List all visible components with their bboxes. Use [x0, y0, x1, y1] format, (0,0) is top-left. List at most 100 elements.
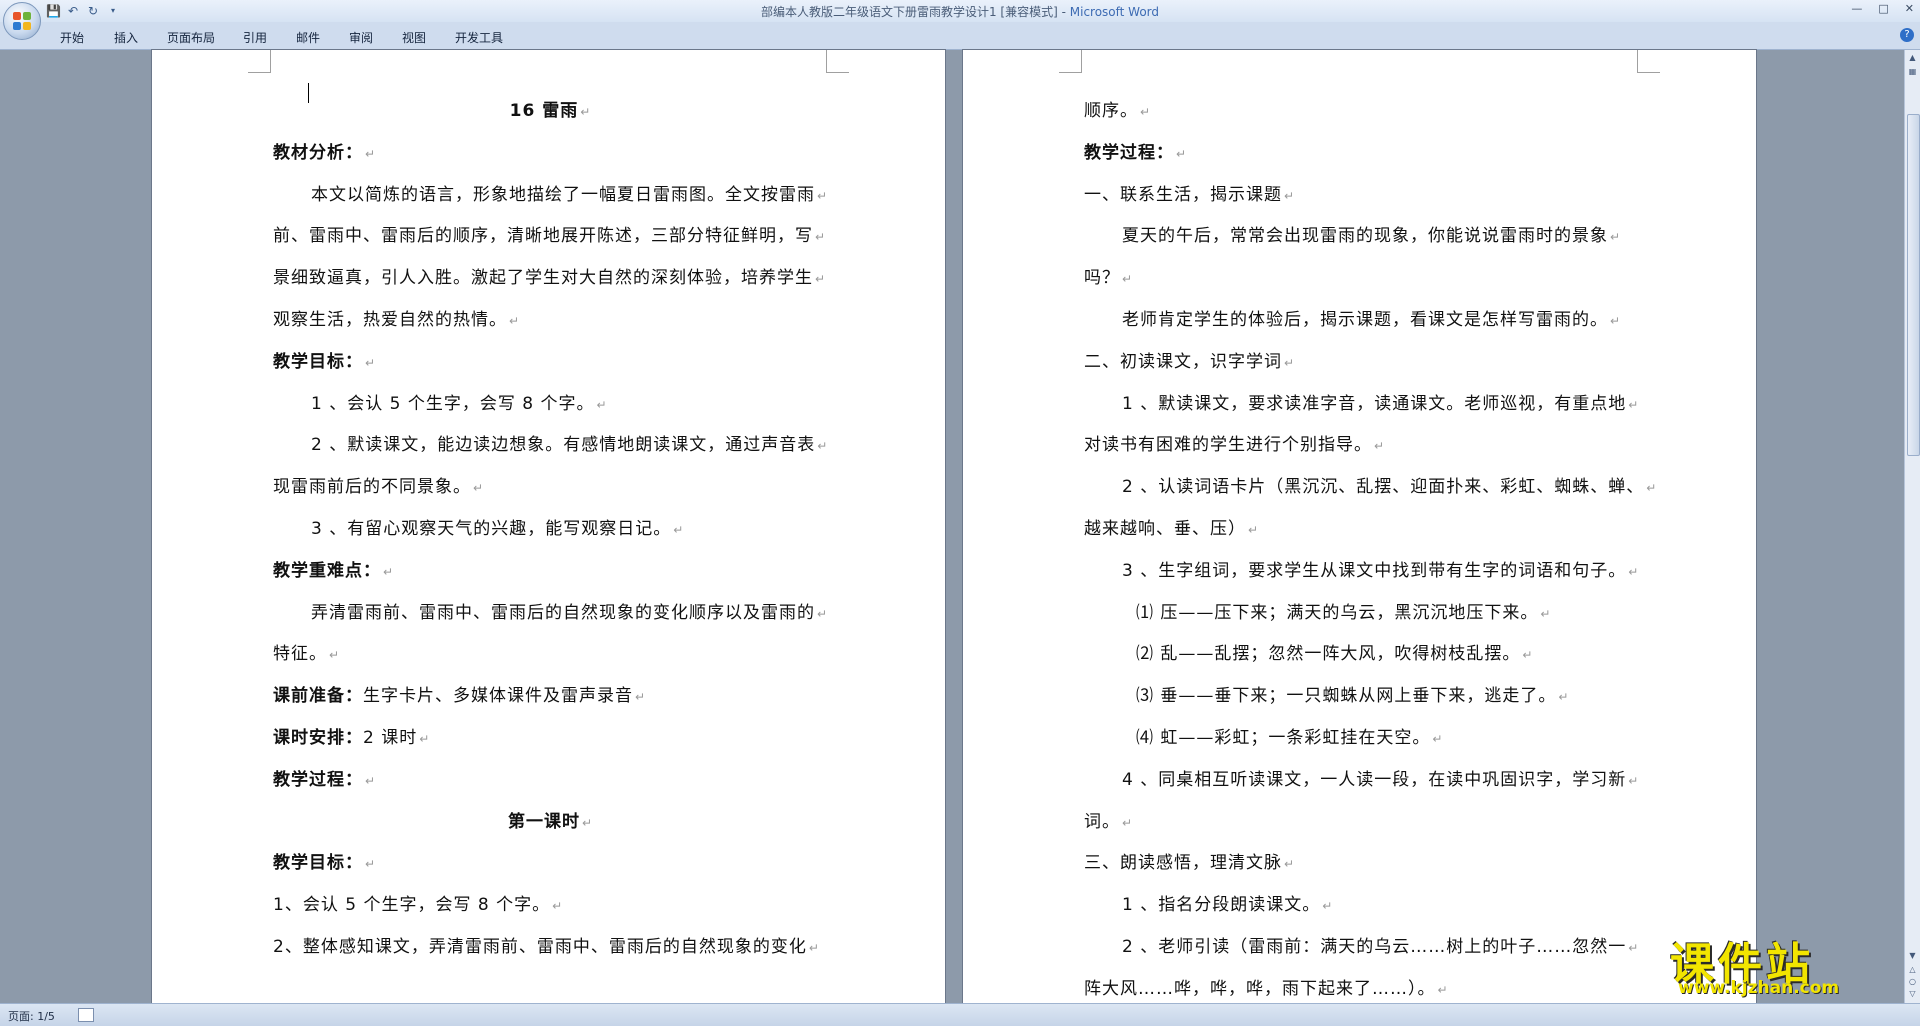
paragraph-mark-icon: ↵: [1628, 941, 1640, 955]
text-line: 1 、默读课文，要求读准字音，读通课文。老师巡视，有重点地 ↵: [1122, 389, 1639, 414]
paragraph-mark-icon: ↵: [817, 188, 829, 203]
paragraph-mark-icon: ↵: [596, 397, 608, 412]
office-logo-icon: [13, 12, 31, 30]
watermark-logo: 课件站 www.kjzhan.com: [1670, 928, 1910, 1000]
text-line: ⑵ 乱——乱摆；忽然一阵大风，吹得树枝乱摆。 ↵: [1136, 639, 1533, 664]
ribbon-tabs: 开始 插入 页面布局 引用 邮件 审阅 视图 开发工具 ?: [0, 22, 1920, 50]
text-line: 三、朗读感悟，理清文脉 ↵: [1084, 848, 1295, 873]
paragraph-mark-icon: ↵: [1284, 188, 1296, 203]
paragraph-mark-icon: ↵: [815, 272, 827, 287]
line-text: 对读书有困难的学生进行个别指导。: [1084, 435, 1372, 456]
text-line: 第一课时 ↵: [273, 807, 828, 832]
line-text: 2、整体感知课文，弄清雷雨前、雷雨中、雷雨后的自然现象的变化: [273, 937, 807, 957]
line-text-rest: 生字卡片、多媒体课件及雷声录音: [363, 686, 633, 707]
line-text: 弄清雷雨前、雷雨中、雷雨后的自然现象的变化顺序以及雷雨的: [311, 602, 815, 623]
minimize-icon[interactable]: —: [1851, 2, 1862, 15]
line-text: 本文以简炼的语言，形象地描绘了一幅夏日雷雨图。全文按雷雨: [311, 184, 815, 205]
text-line: 教学目标： ↵: [273, 347, 376, 372]
margin-corner: [1637, 50, 1660, 73]
line-text: 夏天的午后，常常会出现雷雨的现象，你能说说雷雨时的景象: [1122, 226, 1608, 247]
paragraph-mark-icon: ↵: [1628, 564, 1640, 579]
ruler-toggle-icon[interactable]: ▦: [1907, 66, 1918, 78]
line-text: 1、会认 5 个生字，会写 8 个字。: [273, 895, 551, 916]
paragraph-mark-icon: ↵: [509, 314, 521, 328]
text-line: 1 、指名分段朗读课文。 ↵: [1122, 890, 1333, 915]
close-icon[interactable]: ✕: [1905, 2, 1914, 15]
text-line: 对读书有困难的学生进行个别指导。 ↵: [1084, 430, 1385, 455]
line-text: 教学目标：: [273, 853, 363, 874]
paragraph-mark-icon: ↵: [1610, 230, 1622, 245]
line-text: 2 、认读词语卡片（黑沉沉、乱摆、迎面扑来、彩虹、蜘蛛、蝉、: [1122, 477, 1645, 498]
margin-corner: [826, 50, 849, 73]
paragraph-mark-icon: ↵: [673, 523, 685, 537]
office-button[interactable]: [3, 2, 41, 40]
paragraph-mark-icon: ↵: [1522, 648, 1534, 663]
text-line: 课前准备：生字卡片、多媒体课件及雷声录音 ↵: [273, 681, 646, 706]
paragraph-mark-icon: ↵: [1628, 397, 1640, 412]
tab-review[interactable]: 审阅: [349, 29, 373, 46]
text-line: 观察生活，热爱自然的热情。 ↵: [273, 305, 520, 330]
line-text: 一、联系生活，揭示课题: [1084, 184, 1282, 205]
document-name: 部编本人教版二年级语文下册雷雨教学设计1 [兼容模式] -: [760, 5, 1070, 19]
text-line: 吗？ ↵: [1084, 263, 1133, 288]
line-text: 现雷雨前后的不同景象。: [273, 477, 471, 498]
paragraph-mark-icon: ↵: [1540, 606, 1552, 621]
paragraph-mark-icon: ↵: [365, 146, 377, 161]
text-line: 前、雷雨中、雷雨后的顺序，清晰地展开陈述，三部分特征鲜明，写 ↵: [273, 221, 826, 246]
paragraph-mark-icon: ↵: [580, 105, 592, 119]
text-line: 3 、有留心观察天气的兴趣，能写观察日记。 ↵: [311, 514, 684, 539]
status-bar: 页面: 1/5: [0, 1003, 1920, 1026]
text-line: 本文以简炼的语言，形象地描绘了一幅夏日雷雨图。全文按雷雨 ↵: [311, 180, 828, 205]
text-line: 2、整体感知课文，弄清雷雨前、雷雨中、雷雨后的自然现象的变化 ↵: [273, 932, 820, 957]
line-text: 二、初读课文，识字学词: [1084, 351, 1282, 372]
line-text: 教学过程：: [273, 769, 363, 790]
maximize-icon[interactable]: □: [1878, 2, 1888, 15]
paragraph-mark-icon: ↵: [552, 899, 564, 914]
line-text: 顺序。: [1084, 101, 1138, 121]
line-text: 2 、默读课文，能边读边想象。有感情地朗读课文，通过声音表: [311, 435, 816, 456]
line-text: 词。: [1084, 811, 1120, 832]
paragraph-mark-icon: ↵: [329, 648, 341, 663]
line-text: 吗？: [1084, 268, 1120, 289]
vertical-scrollbar[interactable]: ▲ ▦ ▼ △ ○ ▽: [1904, 50, 1920, 1003]
line-text: 教学过程：: [1084, 142, 1174, 163]
line-text: ⑷ 虹——彩虹；一条彩虹挂在天空。: [1136, 728, 1431, 748]
line-text: 课前准备：: [273, 686, 363, 707]
proofing-icon[interactable]: [78, 1008, 94, 1022]
tab-view[interactable]: 视图: [402, 29, 426, 46]
document-page-2[interactable]: 顺序。 ↵ 教学过程： ↵ 一、联系生活，揭示课题 ↵ 夏天的午后，常常会出现雷雨的现象，你…: [963, 50, 1756, 1003]
document-page-1[interactable]: 16 雷雨 ↵ 教材分析： ↵ 本文以简炼的语言，形象地描绘了一幅夏日雷雨图。全文按雷雨…: [152, 50, 945, 1003]
line-text: 4 、同桌相互听读课文，一人读一段，在读中巩固识字，学习新: [1122, 769, 1627, 790]
paragraph-mark-icon: ↵: [419, 732, 431, 746]
text-line: 教学过程： ↵: [1084, 138, 1187, 163]
tab-developer[interactable]: 开发工具: [455, 29, 503, 46]
paragraph-mark-icon: ↵: [1628, 773, 1640, 788]
text-line: ⑶ 垂——垂下来；一只蜘蛛从网上垂下来，逃走了。 ↵: [1136, 681, 1569, 706]
help-icon[interactable]: ?: [1900, 28, 1914, 42]
line-text: 老师肯定学生的体验后，揭示课题，看课文是怎样写雷雨的。: [1122, 310, 1608, 330]
scroll-up-icon[interactable]: ▲: [1907, 52, 1918, 64]
scroll-thumb[interactable]: [1907, 114, 1920, 456]
paragraph-mark-icon: ↵: [365, 773, 377, 788]
line-text: 特征。: [273, 644, 327, 665]
text-line: 教材分析： ↵: [273, 138, 376, 163]
text-line: 越来越响、垂、压） ↵: [1084, 514, 1259, 539]
text-line: 特征。 ↵: [273, 639, 340, 664]
paragraph-mark-icon: ↵: [1432, 732, 1444, 746]
tab-page-layout[interactable]: 页面布局: [167, 29, 215, 46]
text-line: 1、会认 5 个生字，会写 8 个字。 ↵: [273, 890, 563, 915]
tab-references[interactable]: 引用: [243, 29, 267, 46]
line-text: 景细致逼真，引人入胜。激起了学生对大自然的深刻体验，培养学生: [273, 268, 813, 289]
page-count[interactable]: 页面: 1/5: [8, 1008, 55, 1024]
line-text: ⑴ 压——压下来；满天的乌云，黑沉沉地压下来。: [1136, 602, 1539, 623]
paragraph-mark-icon: ↵: [1558, 690, 1570, 705]
paragraph-mark-icon: ↵: [1322, 899, 1334, 914]
paragraph-mark-icon: ↵: [365, 355, 377, 370]
tab-home[interactable]: 开始: [60, 29, 84, 46]
tab-insert[interactable]: 插入: [114, 29, 138, 46]
tab-mailings[interactable]: 邮件: [296, 29, 320, 46]
text-line: ⑴ 压——压下来；满天的乌云，黑沉沉地压下来。 ↵: [1136, 598, 1551, 623]
watermark-url: www.kjzhan.com: [1678, 978, 1840, 998]
line-text: 1 、会认 5 个生字，会写 8 个字。: [311, 393, 595, 414]
text-line: 教学过程： ↵: [273, 765, 376, 790]
